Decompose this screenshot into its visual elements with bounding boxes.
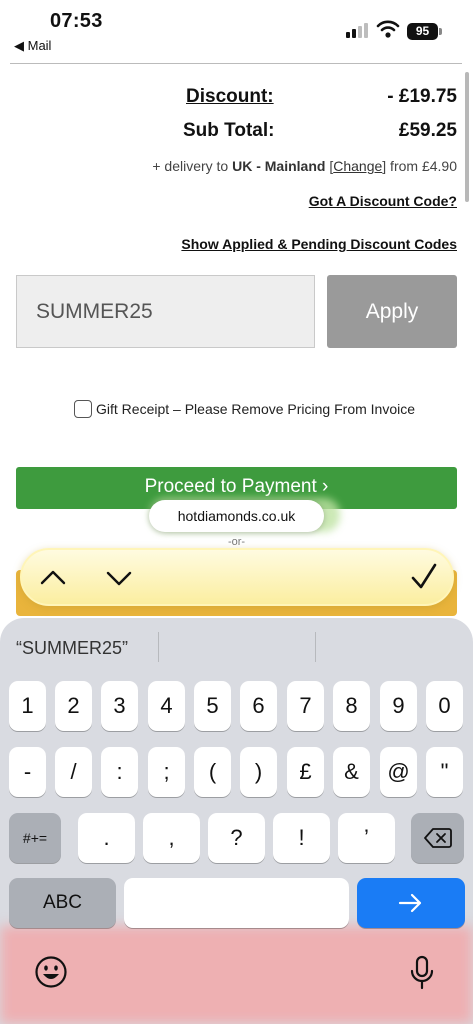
battery-tip — [439, 28, 442, 35]
microphone-icon[interactable] — [409, 955, 435, 991]
done-checkmark-icon[interactable] — [410, 562, 438, 592]
keyboard-tint — [0, 926, 473, 1024]
key-open-paren[interactable]: ( — [194, 747, 231, 797]
space-bar[interactable] — [124, 878, 349, 928]
key-6[interactable]: 6 — [240, 681, 277, 731]
suggestion-divider — [315, 632, 316, 662]
key-4[interactable]: 4 — [148, 681, 185, 731]
status-bar: 07:53 ◀ Mail 95 — [0, 0, 473, 58]
key-period[interactable]: . — [78, 813, 135, 863]
or-separator: -or- — [227, 536, 246, 548]
change-delivery-link[interactable]: Change — [333, 158, 382, 174]
battery-indicator: 95 — [407, 23, 438, 40]
delivery-info: + delivery to UK - Mainland [Change] fro… — [152, 158, 457, 174]
key-8[interactable]: 8 — [333, 681, 370, 731]
symbols-key[interactable]: #+= — [9, 813, 61, 863]
site-address-pill[interactable]: hotdiamonds.co.uk — [149, 500, 324, 532]
got-discount-code-link[interactable]: Got A Discount Code? — [309, 193, 457, 209]
key-comma[interactable]: , — [143, 813, 200, 863]
key-2[interactable]: 2 — [55, 681, 92, 731]
key-5[interactable]: 5 — [194, 681, 231, 731]
key-apostrophe[interactable]: ’ — [338, 813, 395, 863]
key-close-paren[interactable]: ) — [240, 747, 277, 797]
autocorrect-suggestion[interactable]: “SUMMER25” — [16, 638, 128, 659]
delivery-region: UK - Mainland — [232, 158, 326, 174]
cellular-signal-icon — [346, 22, 370, 38]
suggestion-divider — [158, 632, 159, 662]
key-9[interactable]: 9 — [380, 681, 417, 731]
show-applied-codes-link[interactable]: Show Applied & Pending Discount Codes — [181, 236, 457, 252]
wifi-icon — [376, 20, 400, 38]
back-to-mail[interactable]: ◀ Mail — [14, 38, 51, 54]
apply-button[interactable]: Apply — [327, 275, 457, 348]
status-time: 07:53 — [50, 10, 103, 32]
go-key[interactable] — [357, 878, 465, 928]
discount-label: Discount: — [186, 86, 274, 107]
gift-receipt-label: Gift Receipt – Please Remove Pricing Fro… — [96, 401, 416, 417]
key-ampersand[interactable]: & — [333, 747, 370, 797]
key-3[interactable]: 3 — [101, 681, 138, 731]
abc-key[interactable]: ABC — [9, 878, 116, 928]
backspace-icon — [423, 828, 452, 848]
key-quote[interactable]: " — [426, 747, 463, 797]
divider — [10, 63, 462, 64]
subtotal-value: £59.25 — [398, 120, 457, 141]
subtotal-label: Sub Total: — [183, 120, 275, 141]
key-0[interactable]: 0 — [426, 681, 463, 731]
keyboard: “SUMMER25” 1 2 3 4 5 6 7 8 9 0 - / : ; (… — [0, 618, 473, 1024]
gift-receipt-option[interactable]: Gift Receipt – Please Remove Pricing Fro… — [74, 400, 415, 418]
discount-value: - £19.75 — [387, 86, 457, 107]
arrow-right-icon — [398, 893, 422, 913]
gift-receipt-checkbox[interactable] — [74, 400, 92, 418]
key-at[interactable]: @ — [380, 747, 417, 797]
key-hyphen[interactable]: - — [9, 747, 46, 797]
emoji-icon[interactable] — [34, 955, 68, 989]
key-question[interactable]: ? — [208, 813, 265, 863]
key-slash[interactable]: / — [55, 747, 92, 797]
delete-key[interactable] — [411, 813, 464, 863]
previous-arrow-icon[interactable] — [38, 565, 68, 591]
key-1[interactable]: 1 — [9, 681, 46, 731]
key-semicolon[interactable]: ; — [148, 747, 185, 797]
next-arrow-icon[interactable] — [104, 565, 134, 591]
key-7[interactable]: 7 — [287, 681, 324, 731]
key-pound[interactable]: £ — [287, 747, 324, 797]
discount-code-input[interactable]: SUMMER25 — [16, 275, 315, 348]
key-exclamation[interactable]: ! — [273, 813, 330, 863]
find-toolbar — [20, 548, 454, 606]
key-colon[interactable]: : — [101, 747, 138, 797]
scrollbar[interactable] — [465, 72, 469, 202]
